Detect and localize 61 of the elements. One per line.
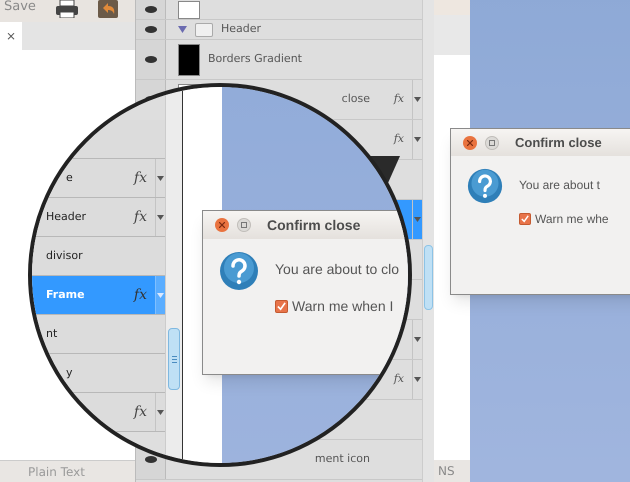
close-icon xyxy=(219,222,225,228)
status-text: NS xyxy=(438,463,455,480)
undo-icon[interactable] xyxy=(98,0,118,18)
close-button[interactable] xyxy=(215,218,229,232)
fx-label: fx xyxy=(134,402,147,422)
layer-name: Header xyxy=(46,208,86,225)
dialog-message: You are about t xyxy=(519,177,601,194)
caret-icon[interactable] xyxy=(414,217,421,222)
checkbox[interactable] xyxy=(519,213,531,225)
layer-name: Frame xyxy=(46,286,85,303)
fx-label: fx xyxy=(134,286,147,304)
fx-label: fx xyxy=(394,371,404,388)
dialog-message: You are about to clo xyxy=(275,260,400,279)
maximize-button[interactable] xyxy=(485,136,499,150)
tab-close-button[interactable]: × xyxy=(0,22,22,50)
eye-icon[interactable] xyxy=(144,26,156,33)
layer-name: nt xyxy=(46,326,58,342)
status-text: Plain Text xyxy=(28,464,85,480)
caret-icon[interactable] xyxy=(157,214,164,220)
scrollbar-thumb[interactable] xyxy=(168,328,180,390)
fx-label: fx xyxy=(134,168,147,188)
checkbox[interactable] xyxy=(275,300,288,313)
eye-icon[interactable] xyxy=(144,456,156,463)
dialog-title: Confirm close xyxy=(515,134,602,152)
check-icon xyxy=(277,302,286,311)
checkbox-label: Warn me whe xyxy=(535,211,609,228)
caret-icon[interactable] xyxy=(414,97,421,102)
fx-label: fx xyxy=(394,131,404,148)
fx-label: fx xyxy=(134,208,147,226)
fx-label: fx xyxy=(394,91,404,108)
question-icon xyxy=(467,168,503,204)
caret-icon[interactable] xyxy=(414,137,421,142)
layer-name: y xyxy=(66,364,73,381)
close-icon xyxy=(467,140,473,146)
caret-icon[interactable] xyxy=(414,377,421,382)
layer-name: close xyxy=(342,91,370,108)
layer-name: divisor xyxy=(46,248,83,264)
layer-name: Borders Gradient xyxy=(208,51,302,68)
printer-icon[interactable] xyxy=(56,0,78,18)
expand-triangle-icon[interactable] xyxy=(178,26,187,33)
dialog-title: Confirm close xyxy=(267,216,360,234)
close-button[interactable] xyxy=(463,136,477,150)
eye-icon[interactable] xyxy=(144,6,156,13)
maximize-icon xyxy=(241,222,247,228)
caret-icon[interactable] xyxy=(157,176,164,180)
layer-row[interactable]: Frame fx xyxy=(32,276,165,315)
checkbox-label: Warn me when I xyxy=(292,297,394,316)
folder-icon xyxy=(195,22,213,36)
layer-row[interactable]: divisor xyxy=(32,237,165,276)
scrollbar-thumb[interactable] xyxy=(424,245,433,310)
maximize-icon xyxy=(489,140,495,146)
layer-name: e xyxy=(66,170,73,186)
check-icon xyxy=(521,215,529,223)
layer-name: Header xyxy=(221,21,262,38)
maximize-button[interactable] xyxy=(237,218,251,232)
grip-icon xyxy=(172,356,176,362)
question-icon xyxy=(219,251,259,291)
caret-icon[interactable] xyxy=(157,410,164,414)
layer-name: ment icon xyxy=(314,451,370,468)
eye-icon[interactable] xyxy=(144,56,156,63)
caret-icon[interactable] xyxy=(414,337,421,342)
